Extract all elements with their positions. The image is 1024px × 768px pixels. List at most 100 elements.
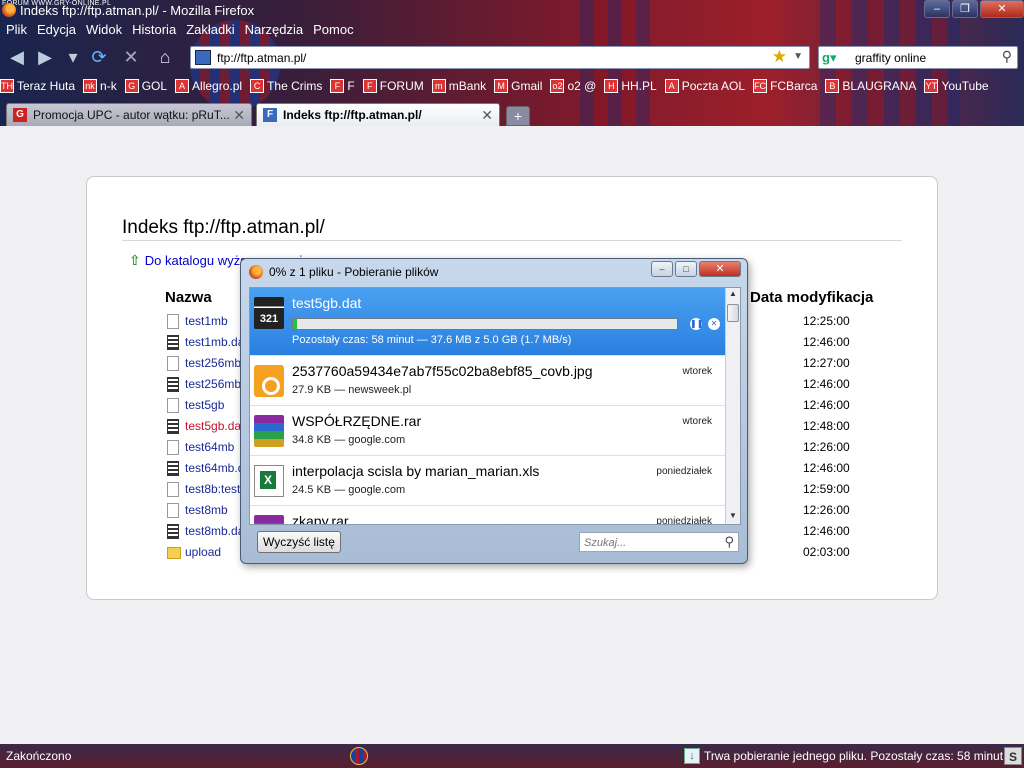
- scroll-up-icon[interactable]: ▲: [727, 289, 739, 301]
- download-name: test5gb.dat: [292, 295, 362, 311]
- download-status-icon[interactable]: ↓: [684, 748, 700, 764]
- close-button[interactable]: ✕: [980, 0, 1024, 18]
- menu-narzedzia[interactable]: Narzędzia: [245, 20, 304, 40]
- bookmark-youtube[interactable]: YT YouTube: [924, 75, 989, 97]
- bookmark-favicon-icon: M: [494, 79, 509, 93]
- tab-label: Indeks ftp://ftp.atman.pl/: [283, 108, 422, 122]
- fcb-crest-icon[interactable]: [350, 747, 368, 765]
- pause-icon[interactable]: ❚❚: [690, 318, 703, 330]
- download-item[interactable]: zkapy.rar poniedziałek: [250, 506, 726, 524]
- tab-label: Promocja UPC - autor wątku: pRuT...: [33, 108, 230, 122]
- scroll-thumb[interactable]: [727, 304, 739, 322]
- site-identity-icon[interactable]: [195, 50, 211, 65]
- bookmark-hhpl[interactable]: H HH.PL: [604, 75, 657, 97]
- bookmark-gol[interactable]: G GOL: [124, 75, 167, 97]
- url-input[interactable]: [217, 49, 757, 66]
- file-link[interactable]: test256mb: [185, 356, 241, 370]
- bookmark-mbank[interactable]: m mBank: [431, 75, 486, 97]
- bookmark-teraz-huta[interactable]: TH Teraz Huta: [0, 75, 75, 97]
- bookmark-favicon-icon: A: [664, 79, 679, 93]
- downloads-search[interactable]: ⚲: [579, 532, 739, 552]
- back-icon[interactable]: ◀: [6, 46, 28, 68]
- clear-list-button[interactable]: Wyczyść listę: [257, 531, 341, 553]
- bookmark-o2[interactable]: o2 o2 @: [550, 75, 596, 97]
- bookmark-star-icon[interactable]: ★: [772, 47, 787, 67]
- addon-icon[interactable]: S: [1004, 747, 1022, 765]
- file-link[interactable]: test5gb.dat: [185, 419, 244, 433]
- bookmark-forum[interactable]: F FORUM: [362, 75, 424, 97]
- column-header-name[interactable]: Nazwa: [165, 289, 212, 306]
- menu-edycja[interactable]: Edycja: [37, 20, 76, 40]
- rar-icon: [254, 515, 284, 524]
- file-link[interactable]: test1mb: [185, 314, 228, 328]
- download-item[interactable]: 2537760a59434e7ab7f55c02ba8ebf85_covb.jp…: [250, 356, 726, 406]
- stop-icon[interactable]: ✕: [120, 46, 142, 68]
- media-file-icon: [167, 524, 179, 539]
- downloads-title: 0% z 1 pliku - Pobieranie plików: [269, 265, 439, 279]
- file-icon: [167, 314, 179, 329]
- reload-icon[interactable]: ⟳: [88, 46, 110, 68]
- bookmark-f[interactable]: FF: [330, 75, 355, 97]
- new-tab-button[interactable]: +: [506, 106, 530, 126]
- file-link[interactable]: test1mb.dat: [185, 335, 248, 349]
- minimize-button[interactable]: –: [924, 0, 950, 18]
- tab-close-icon[interactable]: ✕: [481, 104, 493, 126]
- bookmark-poczta-aol[interactable]: A Poczta AOL: [664, 75, 745, 97]
- bookmark-favicon-icon: A: [175, 79, 190, 93]
- title-bar[interactable]: FORUM WWW.GRY-ONLINE.PL Indeks ftp://ftp…: [0, 0, 1024, 20]
- forward-icon[interactable]: ▶: [34, 46, 56, 68]
- file-link[interactable]: test64mb: [185, 440, 234, 454]
- home-icon[interactable]: ⌂: [154, 46, 176, 68]
- menu-historia[interactable]: Historia: [132, 20, 176, 40]
- menu-plik[interactable]: Plik: [6, 20, 27, 40]
- search-icon[interactable]: ⚲: [724, 534, 734, 550]
- download-name: 2537760a59434e7ab7f55c02ba8ebf85_covb.jp…: [292, 363, 593, 379]
- downloads-close-button[interactable]: ✕: [699, 261, 741, 277]
- downloads-window[interactable]: 0% z 1 pliku - Pobieranie plików – □ ✕ 3…: [240, 258, 748, 564]
- downloads-search-input[interactable]: [584, 535, 714, 550]
- google-icon[interactable]: g▾: [822, 49, 846, 66]
- maximize-button[interactable]: ❐: [952, 0, 978, 18]
- cancel-icon[interactable]: ✕: [708, 318, 720, 330]
- download-item[interactable]: 321 test5gb.dat ❚❚ ✕ Pozostały czas: 58 …: [250, 288, 726, 356]
- column-header-date[interactable]: Data modyfikacja: [750, 289, 873, 306]
- search-icon[interactable]: ⚲: [1002, 48, 1012, 65]
- downloads-scrollbar[interactable]: ▲ ▼: [725, 288, 740, 524]
- bookmark-n-k[interactable]: nk n-k: [83, 75, 117, 97]
- downloads-maximize-button[interactable]: □: [675, 261, 697, 277]
- dropdown-history-icon[interactable]: ▾: [62, 46, 84, 68]
- file-link[interactable]: test8mb.dat: [185, 524, 248, 538]
- window-title: Indeks ftp://ftp.atman.pl/ - Mozilla Fir…: [20, 3, 255, 18]
- tab-bar: G Promocja UPC - autor wątku: pRuT... ✕ …: [0, 102, 1024, 126]
- search-bar[interactable]: g▾ ⚲: [818, 46, 1018, 69]
- url-bar[interactable]: ★ ▼: [190, 46, 810, 69]
- menu-zakladki[interactable]: Zakładki: [186, 20, 234, 40]
- file-time: 12:26:00: [803, 440, 850, 454]
- search-input[interactable]: [855, 49, 995, 66]
- download-status-text[interactable]: Trwa pobieranie jednego pliku. Pozostały…: [704, 749, 1003, 763]
- tab-indeks-ftp[interactable]: F Indeks ftp://ftp.atman.pl/ ✕: [256, 103, 500, 126]
- bookmark-the-crims[interactable]: C The Crims: [250, 75, 322, 97]
- navigation-toolbar: ◀ ▶ ▾ ⟳ ✕ ⌂ ★ ▼ g▾ ⚲: [0, 42, 1024, 72]
- bookmark-gmail[interactable]: M Gmail: [494, 75, 542, 97]
- file-link[interactable]: upload: [185, 545, 221, 559]
- bookmark-favicon-icon: F: [330, 79, 345, 93]
- bookmark-blaugrana[interactable]: B BLAUGRANA: [825, 75, 916, 97]
- file-icon: [167, 503, 179, 518]
- download-item[interactable]: interpolacja scisla by marian_marian.xls…: [250, 456, 726, 506]
- tab-promocja-upc[interactable]: G Promocja UPC - autor wątku: pRuT... ✕: [6, 103, 252, 126]
- scroll-down-icon[interactable]: ▼: [727, 511, 739, 523]
- downloads-minimize-button[interactable]: –: [651, 261, 673, 277]
- tab-close-icon[interactable]: ✕: [233, 104, 245, 126]
- file-time: 12:46:00: [803, 398, 850, 412]
- url-dropdown-icon[interactable]: ▼: [793, 51, 803, 62]
- menu-pomoc[interactable]: Pomoc: [313, 20, 353, 40]
- menu-widok[interactable]: Widok: [86, 20, 122, 40]
- file-link[interactable]: test5gb: [185, 398, 224, 412]
- file-link[interactable]: test8mb: [185, 503, 228, 517]
- download-date: poniedziałek: [656, 466, 712, 477]
- bookmark-allegro[interactable]: A Allegro.pl: [175, 75, 242, 97]
- download-item[interactable]: WSPÓŁRZĘDNE.rar 34.8 KB — google.com wto…: [250, 406, 726, 456]
- file-time: 12:59:00: [803, 482, 850, 496]
- bookmark-fcbarca[interactable]: FC FCBarca: [753, 75, 817, 97]
